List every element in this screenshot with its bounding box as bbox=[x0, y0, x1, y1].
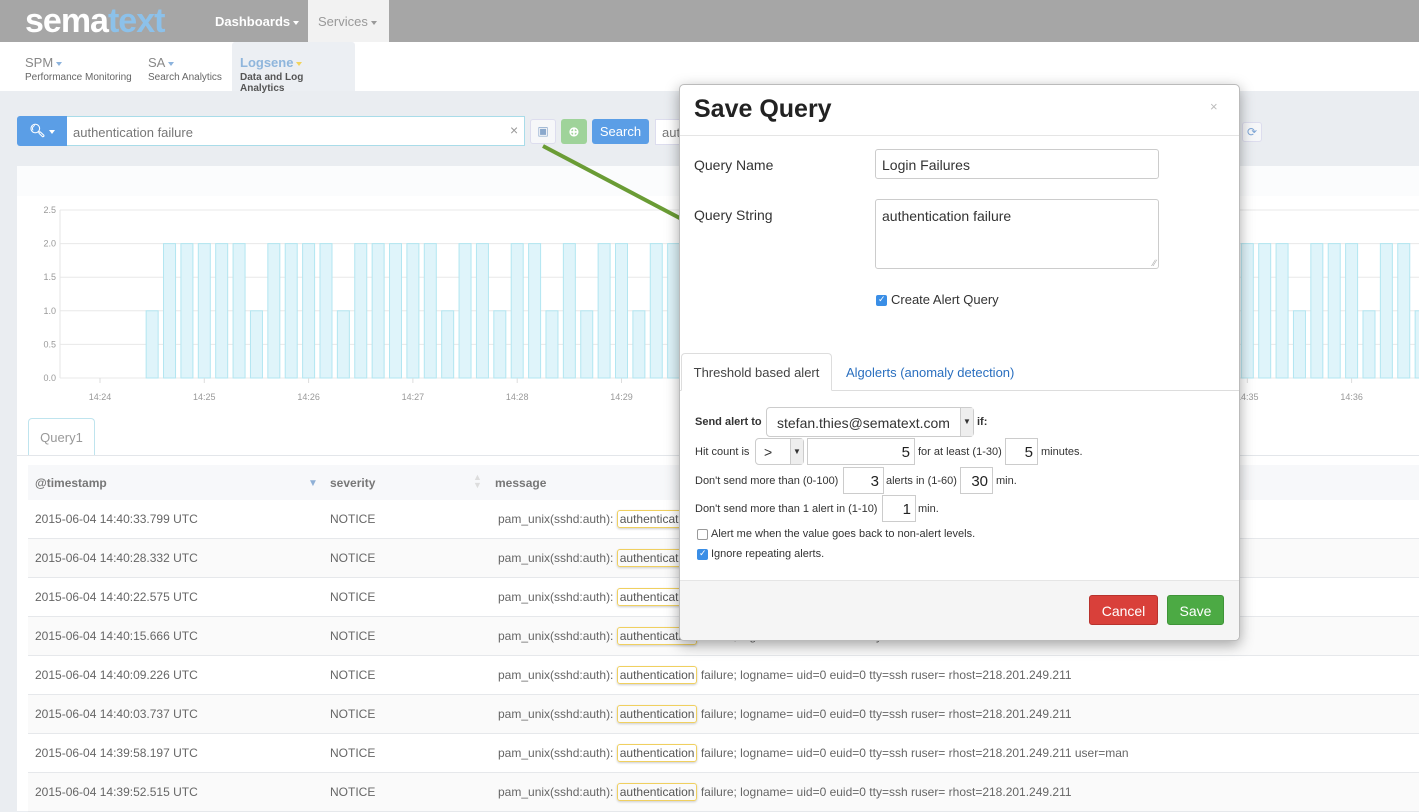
query-name-input[interactable]: Login Failures bbox=[875, 149, 1159, 179]
close-icon[interactable]: × bbox=[1210, 99, 1218, 114]
create-alert-label: Create Alert Query bbox=[891, 292, 999, 307]
alerts-window-input[interactable]: 30 bbox=[960, 467, 993, 494]
tab-threshold-alert[interactable]: Threshold based alert bbox=[681, 353, 832, 391]
for-at-least-label: for at least (1-30) bbox=[918, 446, 1002, 458]
tab-algolerts[interactable]: Algolerts (anomaly detection) bbox=[846, 365, 1014, 380]
hit-value-input[interactable]: 5 bbox=[807, 438, 915, 465]
modal-header-divider bbox=[680, 135, 1239, 136]
ignore-repeating-label: Ignore repeating alerts. bbox=[711, 548, 825, 560]
query-name-label: Query Name bbox=[694, 157, 774, 173]
one-alert-input[interactable]: 1 bbox=[882, 495, 916, 522]
alert-back-label: Alert me when the value goes back to non… bbox=[711, 528, 976, 540]
minutes-input[interactable]: 5 bbox=[1005, 438, 1038, 465]
hit-count-label: Hit count is bbox=[695, 446, 750, 458]
operator-select[interactable]: > ▼ bbox=[755, 438, 804, 465]
alert-back-checkbox[interactable] bbox=[697, 529, 708, 540]
email-select[interactable]: stefan.thies@sematext.com ▼ bbox=[766, 407, 974, 437]
min-label: min. bbox=[918, 503, 939, 515]
ignore-repeating-checkbox[interactable] bbox=[697, 548, 708, 560]
create-alert-checkbox[interactable] bbox=[876, 294, 887, 306]
caret-down-icon: ▼ bbox=[960, 408, 973, 436]
alerts-in-label: alerts in (1-60) bbox=[886, 475, 957, 487]
resize-handle-icon[interactable]: ∕∕ bbox=[1153, 258, 1156, 268]
if-label: if: bbox=[977, 416, 988, 428]
cancel-button[interactable]: Cancel bbox=[1089, 595, 1158, 625]
save-button[interactable]: Save bbox=[1167, 595, 1224, 625]
send-alert-to-label: Send alert to bbox=[695, 416, 762, 428]
min-label: min. bbox=[996, 475, 1017, 487]
save-query-modal: Save Query × Query Name Login Failures Q… bbox=[679, 84, 1240, 641]
caret-down-icon: ▼ bbox=[790, 439, 803, 464]
one-alert-label: Don't send more than 1 alert in (1-10) bbox=[695, 503, 878, 515]
query-string-textarea[interactable]: authentication failure ∕∕ bbox=[875, 199, 1159, 269]
max-alerts-input[interactable]: 3 bbox=[843, 467, 884, 494]
modal-title: Save Query bbox=[694, 95, 832, 123]
query-string-label: Query String bbox=[694, 207, 773, 223]
max-alerts-label: Don't send more than (0-100) bbox=[695, 475, 839, 487]
minutes-label: minutes. bbox=[1041, 446, 1083, 458]
